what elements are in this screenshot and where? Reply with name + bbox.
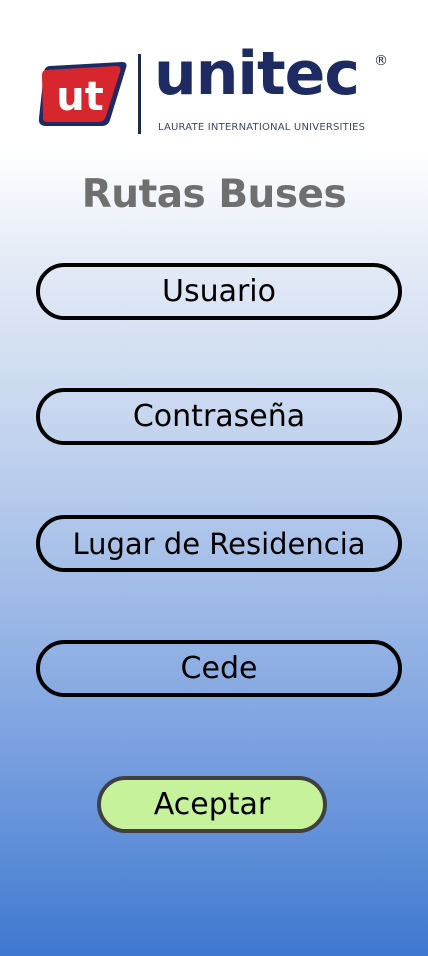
password-field[interactable]: Contraseña: [36, 388, 402, 445]
svg-text:ut: ut: [56, 74, 104, 120]
logo-divider: [138, 54, 141, 134]
username-field-label: Usuario: [161, 274, 276, 309]
password-field-label: Contraseña: [132, 399, 306, 434]
username-field[interactable]: Usuario: [36, 263, 402, 320]
residence-field[interactable]: Lugar de Residencia: [36, 515, 402, 572]
campus-field-label: Cede: [180, 651, 258, 686]
unitec-logo: ut unitec ® LAURATE INTERNATIONAL UNIVER…: [34, 44, 390, 140]
accept-button[interactable]: Aceptar: [97, 776, 327, 833]
registered-mark: ®: [374, 53, 388, 69]
page-title: Rutas Buses: [81, 172, 347, 217]
logo-wordmark: unitec: [154, 39, 360, 109]
residence-field-label: Lugar de Residencia: [72, 526, 366, 561]
unitec-badge-icon: ut: [38, 62, 127, 126]
accept-button-label: Aceptar: [153, 787, 271, 822]
campus-field[interactable]: Cede: [36, 640, 402, 697]
logo-tagline: LAURATE INTERNATIONAL UNIVERSITIES: [158, 122, 366, 133]
